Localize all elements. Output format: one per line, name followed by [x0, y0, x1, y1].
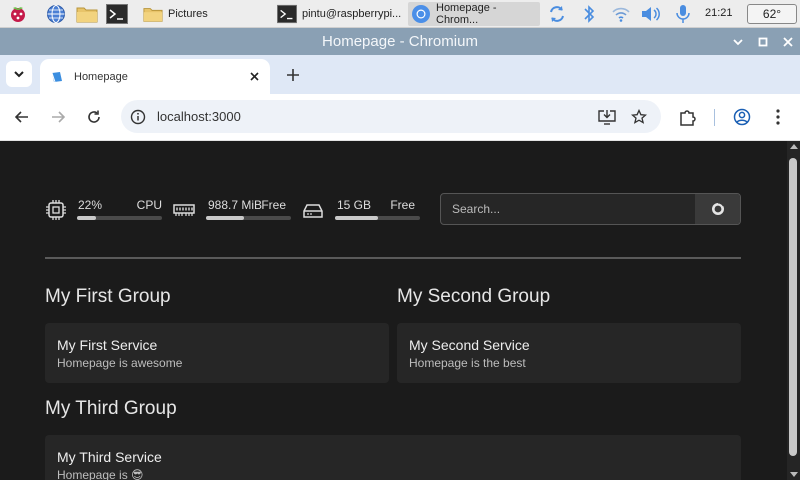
back-button[interactable] [11, 106, 33, 128]
bluetooth-icon[interactable] [578, 3, 600, 25]
forward-button[interactable] [47, 106, 69, 128]
disk-widget: 15 GB Free [302, 197, 420, 227]
taskbar-task-chromium[interactable]: Homepage - Chrom... [408, 2, 540, 26]
tab-search-button[interactable] [6, 61, 32, 87]
window-title: Homepage - Chromium [322, 33, 478, 50]
browser-toolbar: localhost:3000 [0, 94, 800, 141]
taskbar-task-label: Homepage - Chrom... [436, 2, 497, 26]
service-name: My Third Service [57, 449, 162, 465]
service-card[interactable]: My Third Service Homepage is 😎 [45, 435, 741, 480]
taskbar: Pictures pintu@raspberrypi... Homepage -… [0, 0, 800, 28]
arrow-left-icon [15, 111, 28, 123]
browser-launcher-icon[interactable] [45, 3, 67, 25]
group-title: My Third Group [45, 398, 177, 419]
cpu-value: 22% [78, 198, 103, 212]
browser-menu-button[interactable] [767, 106, 789, 128]
scroll-down-arrow-icon[interactable] [790, 472, 798, 477]
minimize-icon[interactable] [729, 33, 746, 50]
tab-strip: Homepage [0, 55, 800, 94]
extensions-button[interactable] [677, 106, 699, 128]
taskbar-task-label: pintu@raspberrypi... [302, 8, 402, 20]
raspberry-menu-icon[interactable] [7, 3, 29, 25]
cpu-temperature[interactable]: 62° [747, 4, 797, 24]
service-description: Homepage is 😎 [57, 468, 144, 480]
service-name: My Second Service [409, 337, 530, 353]
kebab-menu-icon [776, 109, 780, 125]
bookmark-star-icon[interactable] [629, 107, 649, 127]
service-name: My First Service [57, 337, 158, 353]
terminal-launcher-icon[interactable] [106, 3, 128, 25]
group-title: My Second Group [397, 286, 551, 307]
memory-value: 988.7 MiB [208, 198, 263, 212]
sync-icon[interactable] [546, 3, 568, 25]
scrollbar-thumb[interactable] [789, 158, 797, 456]
search-provider-icon [711, 202, 724, 215]
microphone-icon[interactable] [672, 3, 694, 25]
search-provider-button[interactable] [695, 194, 740, 224]
account-icon [733, 108, 751, 126]
clock[interactable]: 21:21 [705, 7, 733, 19]
close-tab-icon[interactable] [246, 69, 262, 85]
profile-button[interactable] [731, 106, 753, 128]
volume-icon[interactable] [640, 3, 662, 25]
taskbar-task-label: Pictures [168, 8, 208, 20]
taskbar-task-terminal[interactable]: pintu@raspberrypi... [274, 2, 404, 26]
folder-icon [143, 4, 163, 24]
site-info-icon[interactable] [129, 108, 147, 126]
cpu-label: CPU [136, 198, 162, 212]
reload-button[interactable] [83, 106, 105, 128]
address-bar[interactable]: localhost:3000 [121, 100, 661, 133]
cpu-widget: 22% CPU [45, 197, 162, 227]
url-text[interactable]: localhost:3000 [157, 109, 597, 124]
window-titlebar[interactable]: Homepage - Chromium [0, 28, 800, 55]
homepage-dashboard: 22% CPU 988.7 MiB Free 15 GB Free My Fir… [0, 141, 787, 480]
service-description: Homepage is the best [409, 356, 526, 370]
memory-label: Free [261, 198, 286, 212]
disk-usage-bar [335, 216, 420, 220]
memory-icon [173, 204, 195, 216]
file-manager-icon[interactable] [76, 3, 98, 25]
new-tab-button[interactable] [282, 64, 304, 86]
group-title: My First Group [45, 286, 171, 307]
cpu-usage-bar [77, 216, 162, 220]
terminal-icon [277, 4, 297, 24]
hard-drive-icon [303, 204, 323, 218]
service-card[interactable]: My Second Service Homepage is the best [397, 323, 741, 383]
disk-value: 15 GB [337, 198, 372, 212]
memory-widget: 988.7 MiB Free [173, 197, 291, 227]
install-app-icon[interactable] [597, 107, 617, 127]
plus-icon [287, 69, 299, 81]
wifi-icon[interactable] [610, 3, 632, 25]
maximize-icon[interactable] [754, 33, 771, 50]
close-window-icon[interactable] [779, 33, 796, 50]
memory-usage-bar [206, 216, 291, 220]
taskbar-task-pictures[interactable]: Pictures [140, 2, 270, 26]
search-box [440, 193, 741, 225]
search-input[interactable] [441, 194, 696, 224]
reload-icon [88, 110, 100, 123]
service-card[interactable]: My First Service Homepage is awesome [45, 323, 389, 383]
cpu-icon [46, 200, 66, 220]
service-description: Homepage is awesome [57, 356, 183, 370]
disk-label: Free [390, 198, 415, 212]
arrow-right-icon [52, 111, 65, 123]
header-divider [45, 257, 741, 259]
chromium-icon [411, 4, 431, 24]
tab-homepage[interactable]: Homepage [40, 59, 270, 94]
toolbar-separator [714, 109, 715, 126]
chevron-down-icon [14, 65, 24, 83]
page-scrollbar[interactable] [787, 141, 800, 480]
puzzle-icon [680, 110, 696, 126]
tab-title: Homepage [74, 70, 128, 83]
homepage-favicon-icon [51, 71, 62, 82]
scroll-up-arrow-icon[interactable] [790, 144, 798, 149]
